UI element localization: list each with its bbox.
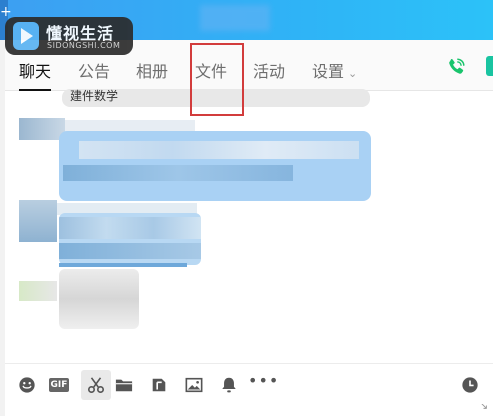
files-tab-highlight-box — [190, 43, 244, 116]
folder-icon[interactable] — [115, 376, 133, 394]
avatar[interactable] — [19, 281, 57, 301]
message-bubble[interactable] — [59, 269, 139, 329]
input-toolbar: GIF ••• — [5, 363, 493, 404]
clock-icon[interactable] — [461, 376, 479, 394]
screenshot-icon[interactable] — [150, 376, 168, 394]
emoji-icon[interactable] — [18, 376, 36, 394]
message-bubble[interactable] — [59, 213, 201, 265]
message-text — [63, 165, 293, 181]
message-list: 建件数学 ↘ — [5, 89, 493, 412]
tab-activity[interactable]: 活动 — [253, 58, 285, 82]
tab-announcement[interactable]: 公告 — [78, 58, 110, 82]
members-icon[interactable] — [486, 56, 493, 76]
message-underline — [59, 263, 187, 267]
tab-settings[interactable]: 设置 ⌄ — [312, 58, 357, 82]
more-icon[interactable]: ••• — [248, 371, 278, 390]
tab-settings-label: 设置 — [312, 62, 345, 81]
chevron-down-icon: ⌄ — [348, 67, 358, 80]
blurred-title — [200, 5, 270, 31]
tab-album[interactable]: 相册 — [136, 58, 168, 82]
avatar[interactable] — [19, 200, 57, 242]
brand-logo-icon — [13, 22, 39, 50]
brand-watermark: 懂视生活 SIDONGSHI.COM — [5, 17, 133, 55]
scissors-icon[interactable] — [87, 376, 105, 394]
message-text — [79, 141, 359, 159]
message-text — [59, 243, 201, 259]
phone-icon[interactable] — [445, 56, 467, 78]
gif-icon[interactable]: GIF — [49, 378, 69, 392]
group-chat-panel: 聊天 公告 相册 文件 活动 设置 ⌄ 建件数学 ↘ GIF ••• — [5, 40, 493, 416]
avatar[interactable] — [19, 118, 65, 140]
brand-domain: SIDONGSHI.COM — [47, 41, 121, 50]
message-bubble[interactable] — [59, 131, 371, 201]
image-icon[interactable] — [185, 376, 203, 394]
tab-chat[interactable]: 聊天 — [19, 58, 52, 91]
bell-icon[interactable] — [220, 376, 238, 394]
message-text — [59, 217, 201, 239]
